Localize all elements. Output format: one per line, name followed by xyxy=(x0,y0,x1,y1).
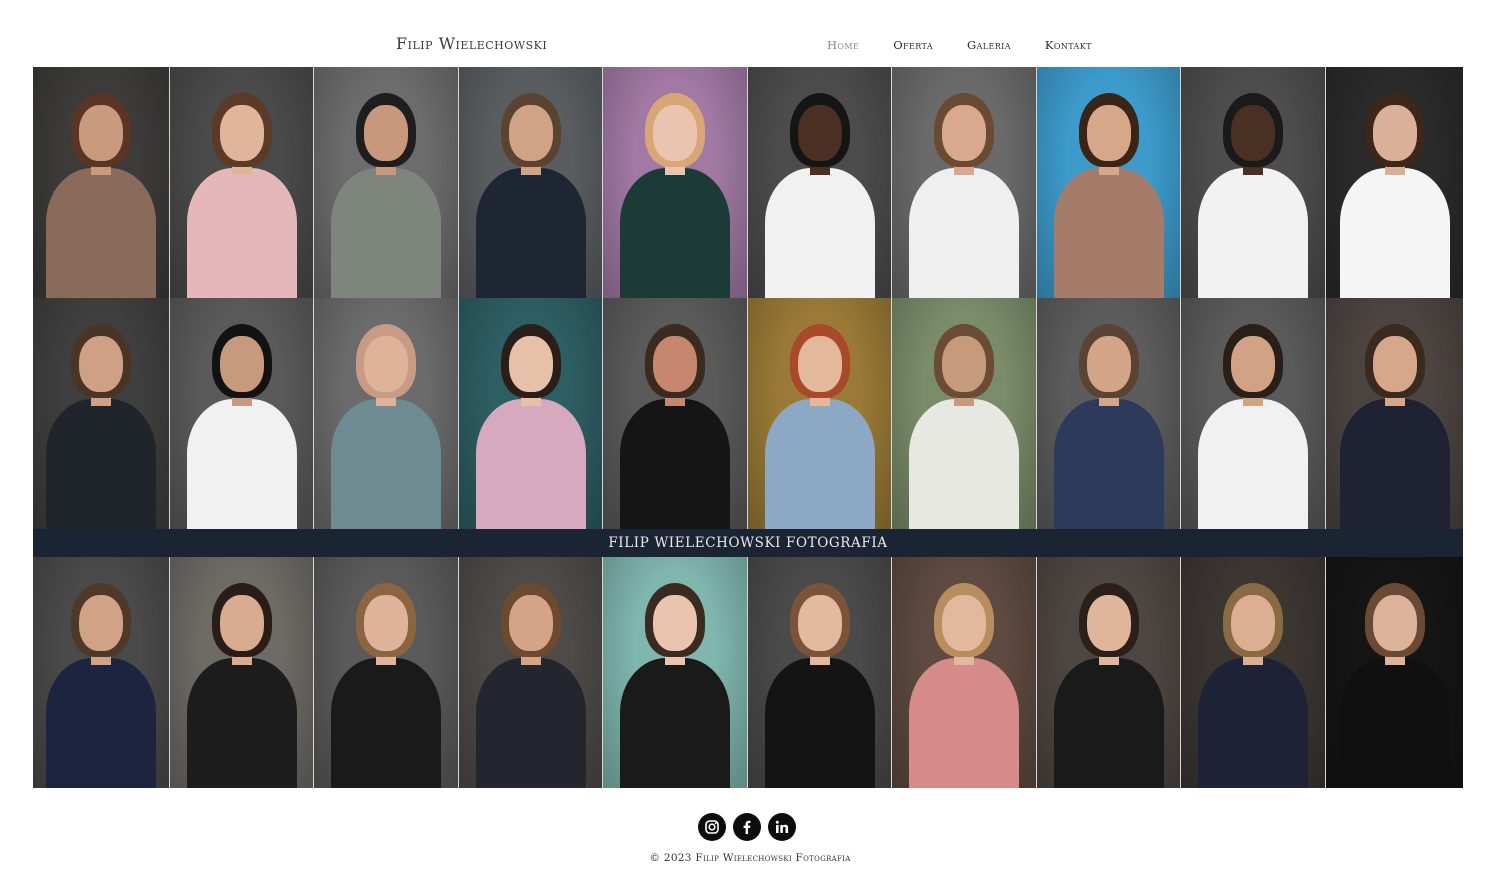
portrait-photo[interactable] xyxy=(1326,67,1463,298)
portrait-photo[interactable] xyxy=(748,298,892,529)
portrait-photo[interactable] xyxy=(603,557,748,788)
portrait-photo[interactable] xyxy=(459,67,603,298)
portrait-photo[interactable] xyxy=(33,298,170,529)
portrait-photo[interactable] xyxy=(459,557,603,788)
gallery-row-3 xyxy=(33,557,1463,788)
portrait-photo[interactable] xyxy=(314,298,459,529)
portrait-photo[interactable] xyxy=(1037,557,1181,788)
portrait-photo[interactable] xyxy=(892,298,1037,529)
portrait-photo[interactable] xyxy=(603,298,748,529)
portrait-photo[interactable] xyxy=(892,557,1037,788)
portrait-photo[interactable] xyxy=(1037,298,1181,529)
portrait-photo[interactable] xyxy=(1181,298,1326,529)
portrait-photo[interactable] xyxy=(1326,557,1463,788)
portrait-photo[interactable] xyxy=(170,67,314,298)
portrait-photo[interactable] xyxy=(314,67,459,298)
gallery-row-2 xyxy=(33,298,1463,529)
main-nav: Home Oferta Galeria Kontakt xyxy=(827,38,1092,52)
portrait-photo[interactable] xyxy=(603,67,748,298)
portrait-photo[interactable] xyxy=(459,298,603,529)
portrait-photo[interactable] xyxy=(892,67,1037,298)
site-header: Filip Wielechowski Home Oferta Galeria K… xyxy=(0,0,1500,66)
portrait-photo[interactable] xyxy=(748,67,892,298)
copyright-text: © 2023 Filip Wielechowski Fotografia xyxy=(649,852,851,864)
gallery-row-1 xyxy=(33,67,1463,298)
portrait-photo[interactable] xyxy=(1326,298,1463,529)
portrait-photo[interactable] xyxy=(33,557,170,788)
portrait-photo[interactable] xyxy=(748,557,892,788)
portrait-photo[interactable] xyxy=(1181,67,1326,298)
nav-home[interactable]: Home xyxy=(827,38,859,52)
portrait-photo[interactable] xyxy=(170,557,314,788)
linkedin-icon[interactable] xyxy=(768,813,796,841)
instagram-icon[interactable] xyxy=(698,813,726,841)
nav-oferta[interactable]: Oferta xyxy=(893,38,933,52)
banner-title: FILIP WIELECHOWSKI FOTOGRAFIA xyxy=(608,535,888,551)
nav-galeria[interactable]: Galeria xyxy=(967,38,1011,52)
site-logo[interactable]: Filip Wielechowski xyxy=(396,34,547,53)
gallery-banner: FILIP WIELECHOWSKI FOTOGRAFIA xyxy=(33,529,1463,557)
portrait-photo[interactable] xyxy=(314,557,459,788)
social-links xyxy=(698,813,796,841)
facebook-icon[interactable] xyxy=(733,813,761,841)
portrait-photo[interactable] xyxy=(1037,67,1181,298)
portrait-photo[interactable] xyxy=(1181,557,1326,788)
nav-kontakt[interactable]: Kontakt xyxy=(1045,38,1092,52)
portrait-photo[interactable] xyxy=(33,67,170,298)
portrait-photo[interactable] xyxy=(170,298,314,529)
